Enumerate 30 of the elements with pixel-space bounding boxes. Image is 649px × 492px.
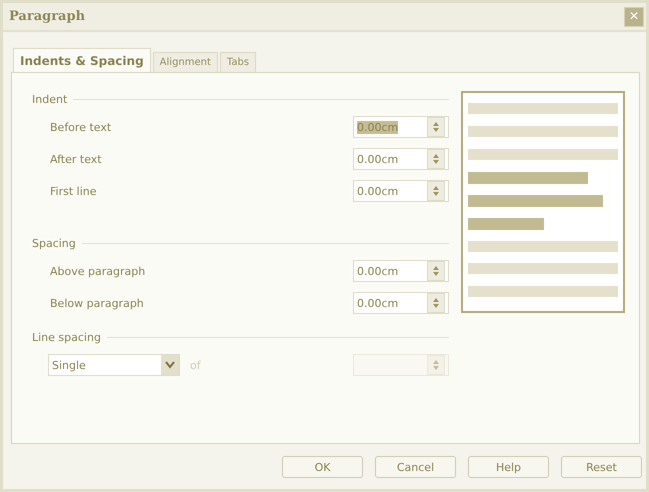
dialog-button[interactable]: Cancel bbox=[375, 456, 456, 478]
dialog-button[interactable]: Help bbox=[468, 456, 549, 478]
spin-field[interactable]: 0.00cm bbox=[353, 260, 449, 282]
spin-field[interactable]: 0.00cm bbox=[353, 116, 449, 138]
caret-icon[interactable] bbox=[161, 355, 179, 375]
spin-arrows-icon[interactable] bbox=[427, 117, 445, 137]
section-heading: Line spacing bbox=[32, 330, 101, 344]
spin-field[interactable]: 0.00cm bbox=[353, 148, 449, 170]
field-label: Above paragraph bbox=[50, 264, 146, 278]
spin-field[interactable]: 0.00cm bbox=[353, 292, 449, 314]
spin-arrows-icon[interactable] bbox=[427, 181, 445, 201]
section-heading: Spacing bbox=[32, 236, 76, 250]
section-heading: Indent bbox=[32, 92, 68, 106]
tab[interactable]: Tabs bbox=[220, 52, 256, 72]
spin-arrows-icon[interactable] bbox=[427, 293, 445, 313]
spin-field[interactable]: 0.00cm bbox=[353, 180, 449, 202]
field-label: After text bbox=[50, 152, 103, 166]
field-label: Before text bbox=[50, 120, 112, 134]
window-title: Paragraph bbox=[9, 9, 86, 24]
spin-arrows-icon[interactable] bbox=[427, 149, 445, 169]
tab[interactable]: Alignment bbox=[152, 52, 218, 72]
field-label: First line bbox=[50, 184, 98, 198]
field-label: Below paragraph bbox=[50, 296, 145, 310]
line-spacing-dropdown[interactable]: Single bbox=[48, 354, 180, 376]
spin-arrows-icon[interactable] bbox=[427, 261, 445, 281]
tab[interactable]: Indents & Spacing bbox=[13, 48, 151, 72]
dialog-button[interactable]: Reset bbox=[561, 456, 642, 478]
dialog-button[interactable]: OK bbox=[282, 456, 363, 478]
close-button[interactable]: × bbox=[624, 6, 644, 26]
of-label: of bbox=[190, 358, 202, 372]
